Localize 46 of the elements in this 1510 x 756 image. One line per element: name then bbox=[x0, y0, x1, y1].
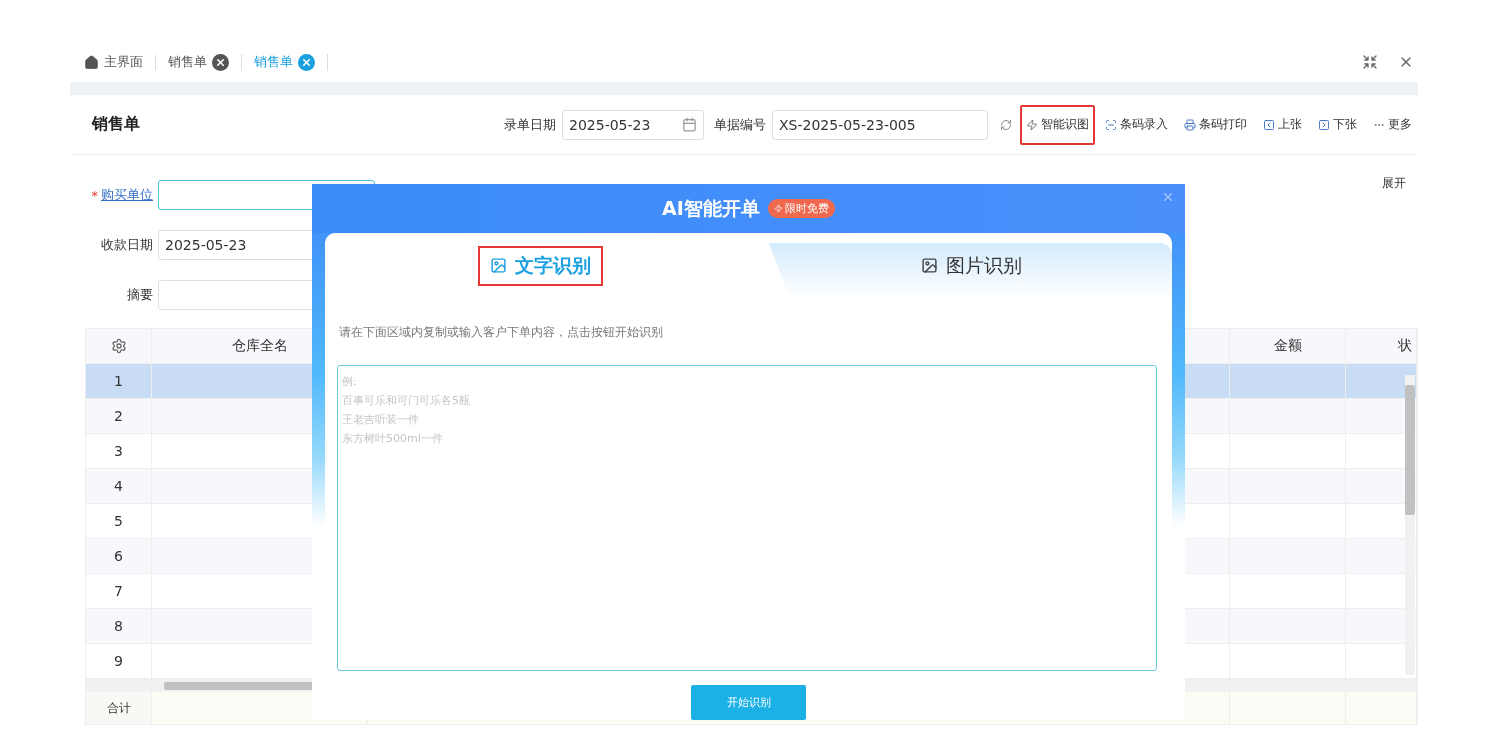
row-number: 9 bbox=[86, 644, 152, 679]
toolbar-button[interactable]: 上张 bbox=[1257, 104, 1308, 145]
row-number: 1 bbox=[86, 364, 152, 399]
row-number: 2 bbox=[86, 399, 152, 434]
row-number: 8 bbox=[86, 609, 152, 644]
chevron-right-icon bbox=[1318, 118, 1330, 131]
field-link[interactable]: 购买单位 bbox=[101, 186, 153, 204]
row-number: 5 bbox=[86, 504, 152, 539]
page-title: 销售单 bbox=[92, 114, 141, 135]
vertical-scrollbar[interactable] bbox=[1405, 375, 1415, 675]
page-tab[interactable]: 销售单 bbox=[168, 53, 242, 71]
field-label: 录单日期 bbox=[504, 115, 556, 134]
column-header: 金额 bbox=[1230, 329, 1346, 364]
field-label: 单据编号 bbox=[714, 115, 766, 134]
toolbar-button[interactable]: 条码打印 bbox=[1178, 104, 1253, 145]
date-field[interactable]: 2025-05-23 bbox=[562, 109, 704, 140]
promo-badge: 限时免费 bbox=[767, 199, 835, 218]
close-icon[interactable] bbox=[212, 53, 229, 71]
toolbar-button[interactable]: 下张 bbox=[1312, 104, 1363, 145]
calendar-icon[interactable] bbox=[682, 117, 697, 132]
row-number: 6 bbox=[86, 539, 152, 574]
footer-label: 合计 bbox=[86, 692, 152, 724]
toolbar-button[interactable]: 更多 bbox=[1367, 104, 1418, 145]
refresh-icon[interactable] bbox=[1000, 118, 1012, 131]
toolbar-button[interactable]: 智能识图 bbox=[1020, 104, 1095, 145]
image-icon bbox=[921, 257, 938, 274]
dialog-title: AI智能开单 bbox=[662, 195, 760, 221]
image-icon bbox=[490, 257, 507, 274]
shrink-icon[interactable] bbox=[1362, 54, 1378, 70]
row-number: 3 bbox=[86, 434, 152, 469]
chevron-left-icon bbox=[1263, 118, 1275, 131]
expand-link[interactable]: 展开 bbox=[1382, 175, 1406, 192]
field-label: 收款日期 bbox=[101, 236, 153, 254]
row-number: 7 bbox=[86, 574, 152, 609]
field-label: 摘要 bbox=[127, 286, 153, 304]
scan-icon bbox=[1105, 118, 1117, 131]
toolbar-button[interactable]: 条码录入 bbox=[1099, 104, 1174, 145]
close-button[interactable] bbox=[1161, 190, 1175, 204]
text-field[interactable]: XS-2025-05-23-005 bbox=[772, 109, 988, 140]
home-icon bbox=[84, 54, 99, 70]
row-number: 4 bbox=[86, 469, 152, 504]
settings-icon[interactable] bbox=[110, 338, 127, 354]
required-mark: * bbox=[91, 187, 98, 203]
printer-icon bbox=[1184, 118, 1196, 131]
page-tab[interactable]: 主界面 bbox=[84, 54, 156, 70]
column-header: 状 bbox=[1346, 329, 1417, 364]
